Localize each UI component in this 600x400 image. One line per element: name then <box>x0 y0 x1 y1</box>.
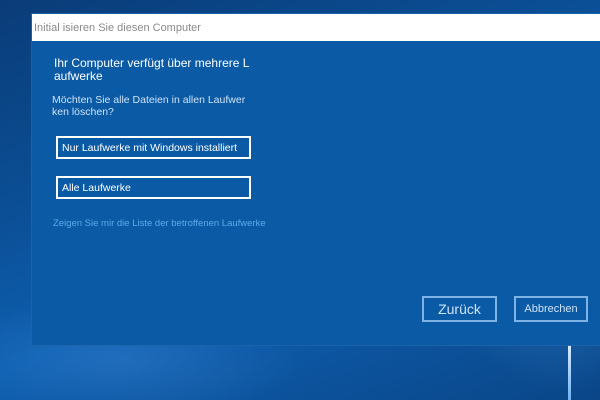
dialog-question: Möchten Sie alle Dateien in allen Laufwe… <box>52 94 246 118</box>
option-windows-drive-only[interactable]: Nur Laufwerke mit Windows installiert <box>56 136 251 159</box>
reset-pc-dialog: Initial isieren Sie diesen Computer Ihr … <box>32 14 600 345</box>
option-label: Nur Laufwerke mit Windows installiert <box>62 141 238 154</box>
window-title: Initial isieren Sie diesen Computer <box>34 21 201 34</box>
cancel-button[interactable]: Abbrechen <box>514 296 588 322</box>
desktop-light-beam <box>568 345 571 400</box>
title-bar: Initial isieren Sie diesen Computer <box>32 14 600 41</box>
show-affected-drives-link[interactable]: Zeigen Sie mir die Liste der betroffenen… <box>53 218 266 229</box>
option-all-drives[interactable]: Alle Laufwerke <box>56 176 251 199</box>
option-label: Alle Laufwerke <box>62 181 131 194</box>
back-button[interactable]: Zurück <box>422 296 497 322</box>
dialog-heading: Ihr Computer verfügt über mehrere L aufw… <box>54 56 249 83</box>
